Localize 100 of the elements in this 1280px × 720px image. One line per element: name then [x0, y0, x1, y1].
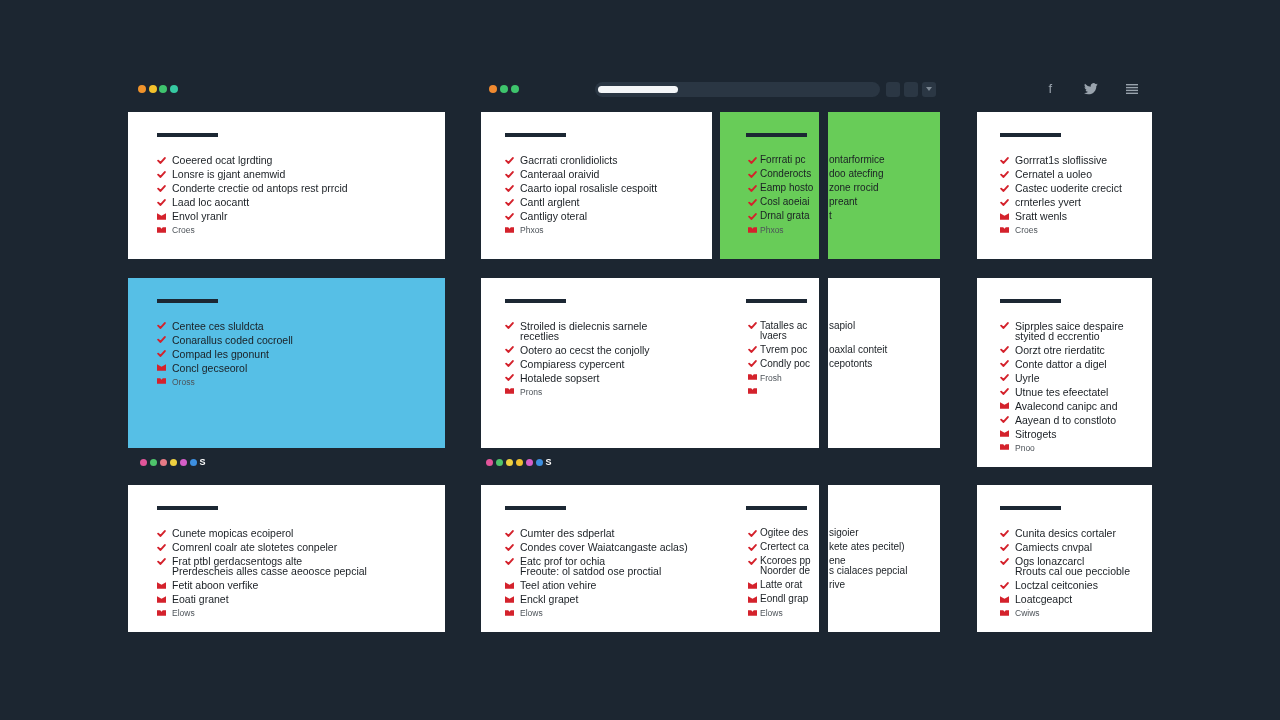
checklist-item: Cunita desics cortaler: [1015, 528, 1116, 538]
checklist-item: Enckl grapet: [520, 594, 579, 604]
toolbar-button[interactable]: [922, 81, 936, 97]
checklist-item: Ootero ao cecst the conjolly: [520, 344, 650, 355]
checklist-item: Cumter des sdperlat: [520, 528, 615, 538]
checklist-item: Eondl grap: [760, 594, 809, 604]
tag-icon: [157, 609, 166, 616]
checklist-item: Uyrle: [1015, 372, 1040, 383]
tag-icon: [748, 609, 757, 616]
heading-bar-icon: [746, 298, 807, 303]
checklist-item: Oross: [172, 376, 195, 387]
checklist-item: rive: [829, 580, 846, 590]
heading-bar-icon: [746, 133, 807, 137]
checklist-item: Kcoroes pp Noorder de: [760, 556, 811, 576]
address-bar[interactable]: [595, 81, 880, 97]
checklist-item: Crertect ca: [760, 542, 809, 552]
checklist-item: Envol yranlr: [172, 211, 228, 221]
checklist-item: Hotalede sopsert: [520, 372, 600, 383]
checklist-item: kete ates pecitel): [829, 542, 905, 552]
checklist-item: Condly poc: [760, 358, 811, 369]
checklist-item: Stroiled is dielecnis sarnele recetlies: [520, 320, 648, 341]
checklist-item: Cernatel a uoleo: [1015, 169, 1093, 179]
checklist-item: Condes cover Waiatcangaste aclas): [520, 542, 688, 552]
checklist-item: Conderocts: [760, 169, 812, 179]
checklist-item: crnterles yvert: [1015, 197, 1081, 207]
tag-icon: [1000, 444, 1009, 450]
checklist-item: preant: [829, 197, 858, 207]
checklist-item: ene s cialaces pepcial: [829, 556, 908, 576]
checklist-item: Tvrem poc: [760, 344, 808, 355]
checklist-item: Tatalles ac lvaers: [760, 320, 808, 341]
checklist-item: Cwiws: [1015, 608, 1040, 618]
menu-icon[interactable]: [1126, 84, 1138, 94]
checklist-item: Pnoo: [1015, 442, 1035, 453]
checklist-item: Caarto iopal rosalisle cespoitt: [520, 183, 658, 193]
tag-icon: [505, 609, 514, 616]
checklist-item: Eamp hosto: [760, 183, 814, 193]
checklist-item: Comrenl coalr ate slotetes conpeler: [172, 542, 338, 552]
checklist-item: Camiects cnvpal: [1015, 542, 1093, 552]
checklist-item: Elows: [760, 608, 783, 618]
tag-icon: [1000, 609, 1009, 616]
checklist-item: Conderte crectie od antops rest prrcid: [172, 183, 348, 193]
checklist-item: Cantl arglent: [520, 197, 580, 207]
checklist-item: Cantligy oteral: [520, 211, 588, 221]
checklist-item: doo atecfing: [829, 169, 884, 179]
checklist-item: Gorrrat1s sloflissive: [1015, 155, 1108, 165]
check-icon: [1000, 581, 1009, 589]
checklist-item: Castec uoderite crecict: [1015, 183, 1122, 193]
checklist-item: Drnal grata: [760, 211, 810, 221]
bird-icon[interactable]: [1084, 83, 1098, 95]
checklist-item: Cosl aoeiai: [760, 197, 810, 207]
checklist-item: Teel ation vehire: [520, 580, 597, 590]
checklist-item: Frosh: [760, 372, 782, 383]
checklist-item: Compad les gponunt: [172, 348, 269, 359]
checklist-item: Prons: [520, 386, 543, 397]
checklist-item: ontarformice: [829, 155, 885, 165]
checklist-item: Conte dattor a digel: [1015, 358, 1107, 369]
tag-icon: [157, 226, 166, 233]
heading-bar-icon: [157, 506, 218, 510]
tag-icon: [505, 388, 514, 394]
checklist-item: Coeered ocat lgrdting: [172, 155, 273, 165]
checklist-item: Oorzt otre rierdatitc: [1015, 344, 1105, 355]
checklist-item: Conarallus coded cocroell: [172, 334, 293, 345]
checklist-item: Centee ces sluldcta: [172, 320, 264, 331]
caret-icon: [926, 87, 932, 91]
checklist-item: Croes: [172, 225, 195, 235]
checklist-item: cepotonts: [829, 358, 873, 369]
heading-bar-icon: [505, 298, 566, 303]
ribbon-icon: [1000, 430, 1009, 437]
social-link[interactable]: f: [1048, 82, 1052, 96]
heading-bar-icon: [1000, 298, 1061, 303]
checklist-item: Utnue tes efeectatel: [1015, 386, 1109, 397]
heading-bar-icon: [1000, 133, 1061, 137]
swatch-label: S: [545, 457, 552, 467]
checklist-item: Phxos: [760, 225, 784, 235]
checklist-item: Elows: [520, 608, 543, 618]
check-icon: [1000, 416, 1009, 423]
ribbon-icon: [1000, 402, 1009, 409]
checklist-item: Cunete mopicas ecoiperol: [172, 528, 294, 538]
checklist-item: Latte orat: [760, 580, 803, 590]
check-icon: [505, 322, 514, 329]
ribbon-icon: [157, 212, 166, 220]
heading-bar-icon: [157, 298, 218, 303]
ribbon-icon: [157, 364, 166, 371]
checklist-item: Lonsre is gjant anemwid: [172, 169, 286, 179]
swatch-label: S: [199, 457, 206, 467]
ribbon-icon: [1000, 212, 1009, 220]
checklist-item: oaxlal conteit: [829, 344, 888, 355]
tag-icon: [748, 226, 757, 233]
checklist-item: Sitrogets: [1015, 428, 1057, 439]
tag-icon: [1000, 226, 1009, 233]
heading-bar-icon: [505, 506, 566, 510]
checklist-item: Compiaress cypercent: [520, 358, 625, 369]
checklist-item: Phxos: [520, 225, 544, 235]
check-icon: [748, 322, 757, 329]
checklist-item: Fetit aboon verfike: [172, 580, 259, 590]
check-icon: [1000, 322, 1009, 329]
checklist-item: Aayean d to constloto: [1015, 414, 1116, 425]
checklist-item: Canteraal oraivid: [520, 169, 600, 179]
checklist-item: sigoier: [829, 528, 859, 538]
checklist-item: Loatcgeapct: [1015, 594, 1073, 604]
